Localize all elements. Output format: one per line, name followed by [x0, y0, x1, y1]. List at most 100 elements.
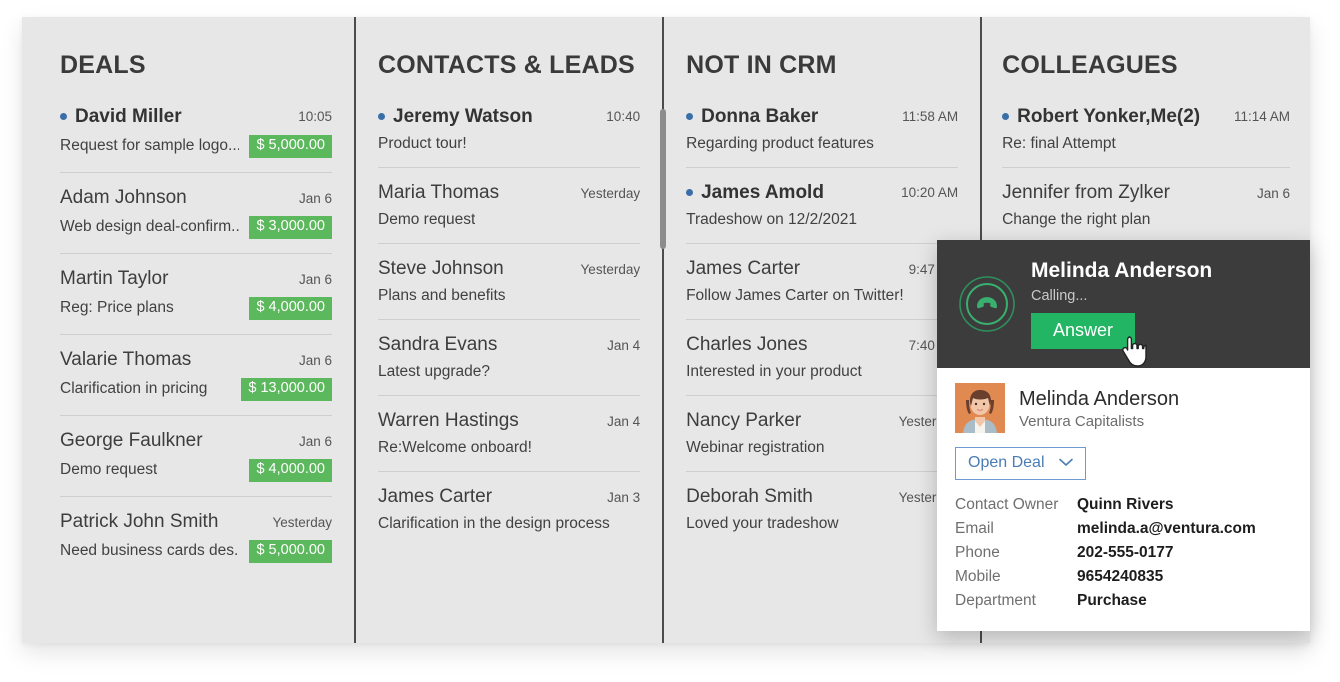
- answer-button[interactable]: Answer: [1031, 313, 1136, 349]
- list-item-header: Charles Jones 7:40 AM: [686, 334, 958, 356]
- list-item-time: Jan 6: [298, 433, 332, 449]
- list-item[interactable]: Maria Thomas Yesterday Demo request: [378, 182, 641, 244]
- list-item-header: Warren Hastings Jan 4: [378, 410, 640, 432]
- list-item[interactable]: Charles Jones 7:40 AM Interested in your p…: [686, 334, 959, 396]
- list-item-header: Martin Taylor Jan 6: [60, 268, 332, 290]
- contact-field-label: Contact Owner: [955, 496, 1059, 513]
- column-title-colleagues: COLLEAGUES: [1002, 51, 1178, 79]
- column-title-deals: DEALS: [60, 51, 146, 79]
- contact-fields-body: Contact Owner Quinn Rivers Email melinda.a@…: [955, 493, 1290, 613]
- list-item-name: Martin Taylor: [60, 267, 169, 289]
- list-item-name-wrap: Donna Baker: [686, 106, 818, 128]
- list-item-subject: Demo request: [378, 211, 476, 228]
- list-item-time: Yesterday: [272, 514, 332, 530]
- list-item[interactable]: James Carter Jan 3 Clarification in the de…: [378, 486, 640, 547]
- list-item-name: James Carter: [686, 258, 801, 279]
- list-item[interactable]: Sandra Evans Jan 4 Latest upgrade?: [378, 334, 641, 396]
- contact-field-label: Mobile: [955, 568, 1001, 585]
- list-item-subline: Interested in your product: [686, 363, 958, 381]
- list-item[interactable]: Adam Johnson Jan 6 Web design deal-confirm…: [60, 187, 332, 254]
- contact-field-value: 9654240835: [1077, 568, 1164, 585]
- list-item-subline: Loved your tradeshow: [686, 515, 958, 533]
- call-status: Calling...: [1031, 288, 1088, 304]
- list-item-name: Steve Johnson: [378, 258, 504, 279]
- list-item-header: George Faulkner Jan 6: [60, 430, 332, 452]
- list-item-name-wrap: James Carter: [686, 258, 800, 280]
- contact-field-row: Mobile 9654240835: [955, 565, 1290, 589]
- deal-amount-badge: $ 4,000.00: [249, 458, 332, 482]
- list-item-header: James Carter 9:47 AM: [686, 258, 958, 280]
- contact-field-label: Phone: [955, 544, 1000, 561]
- list-item[interactable]: Nancy Parker Yesterday Webinar registratio…: [686, 410, 959, 472]
- list-item[interactable]: Warren Hastings Jan 4 Re:Welcome onboard!: [378, 410, 641, 472]
- list-item-name: Jennifer from Zylker: [1002, 182, 1170, 203]
- not-in-crm-list: Donna Baker 11:58 AM Regarding product fea…: [686, 106, 959, 547]
- list-item-subject: Interested in your product: [686, 363, 862, 380]
- list-item-subline: Tradeshow on 12/2/2021: [686, 211, 958, 229]
- list-item-header: Nancy Parker Yesterday: [686, 410, 958, 432]
- list-item-subline: Re: final Attempt: [1002, 135, 1290, 153]
- list-item-subline: Plans and benefits: [378, 287, 640, 305]
- column-not-in-crm: NOT IN CRM Donna Baker 11:58 AM Regarding …: [664, 17, 980, 643]
- list-item-header: Jennifer from Zylker Jan 6: [1002, 182, 1290, 204]
- list-item-time: 11:58 AM: [902, 108, 959, 124]
- list-item-name-wrap: Deborah Smith: [686, 486, 813, 508]
- list-item[interactable]: Martin Taylor Jan 6 Reg: Price plans $ 4,00…: [60, 268, 332, 335]
- list-item-time: Yesterday: [580, 262, 641, 277]
- list-item-subline: Request for sample logo... $ 5,000.00: [60, 135, 332, 158]
- list-item-name-wrap: Charles Jones: [686, 334, 807, 356]
- list-item-name-wrap: Jennifer from Zylker: [1002, 182, 1170, 204]
- contact-fields-table: Contact Owner Quinn Rivers Email melinda.a@…: [955, 493, 1290, 613]
- list-item-name-wrap: Steve Johnson: [378, 258, 504, 280]
- list-item-subline: Product tour!: [378, 135, 640, 153]
- open-deal-dropdown[interactable]: Open Deal: [955, 447, 1086, 480]
- contact-field-label: Email: [955, 520, 994, 537]
- caller-name: Melinda Anderson: [1031, 259, 1213, 282]
- list-item-name: David Miller: [75, 106, 182, 127]
- list-item-header: Robert Yonker,Me(2) 11:14 AM: [1002, 106, 1290, 128]
- list-item-time: Jan 3: [607, 490, 641, 505]
- list-item-subline: Regarding product features: [686, 135, 958, 153]
- unread-dot-icon: [60, 112, 67, 120]
- list-item[interactable]: Jennifer from Zylker Jan 6 Change the righ…: [1002, 182, 1290, 243]
- list-item-subject: Clarification in the design process: [378, 515, 610, 532]
- list-item-name-wrap: Maria Thomas: [378, 182, 499, 204]
- deal-amount-badge: $ 4,000.00: [249, 296, 332, 320]
- contact-field-row: Phone 202-555-0177: [955, 541, 1290, 565]
- unread-dot-icon: [1002, 112, 1010, 120]
- list-item-header: Donna Baker 11:58 AM: [686, 106, 958, 128]
- list-item[interactable]: Deborah Smith Yesterday Loved your tradesh…: [686, 486, 958, 547]
- list-item[interactable]: Donna Baker 11:58 AM Regarding product fea…: [686, 106, 959, 168]
- list-item-name: Adam Johnson: [60, 186, 187, 208]
- list-item[interactable]: Valarie Thomas Jan 6 Clarification in pric…: [60, 349, 332, 416]
- list-item[interactable]: Steve Johnson Yesterday Plans and benefits: [378, 258, 641, 320]
- list-item-subline: Clarification in the design process: [378, 515, 640, 533]
- list-item[interactable]: David Miller 10:05 Request for sample logo…: [60, 106, 332, 173]
- list-item-subject: Web design deal-confirm...: [60, 218, 240, 236]
- list-item-subject: Product tour!: [378, 135, 467, 152]
- unread-dot-icon: [686, 112, 694, 120]
- list-item[interactable]: Robert Yonker,Me(2) 11:14 AM Re: final Att…: [1002, 106, 1291, 168]
- list-item[interactable]: George Faulkner Jan 6 Demo request $ 4,000.…: [60, 430, 332, 497]
- list-item-subject: Loved your tradeshow: [686, 515, 839, 532]
- list-item-header: Adam Johnson Jan 6: [60, 187, 332, 209]
- contact-avatar: [955, 383, 1005, 433]
- deal-list: David Miller 10:05 Request for sample logo…: [60, 106, 332, 577]
- list-item[interactable]: James Amold 10:20 AM Tradeshow on 12/2/202…: [686, 182, 959, 244]
- list-item[interactable]: Jeremy Watson 10:40 Product tour!: [378, 106, 641, 168]
- list-item-time: 10:40: [606, 108, 641, 124]
- list-item[interactable]: Patrick John Smith Yesterday Need business…: [60, 511, 332, 577]
- incoming-call-popup: Melinda Anderson Calling... Answer Melin…: [937, 240, 1310, 631]
- list-item-name: Maria Thomas: [378, 182, 500, 203]
- unread-dot-icon: [378, 112, 385, 120]
- list-item-subject: Latest upgrade?: [378, 363, 491, 380]
- contact-field-value: Purchase: [1077, 592, 1147, 609]
- list-item-time: 10:05: [298, 108, 332, 124]
- contact-name: Melinda Anderson: [1019, 387, 1180, 410]
- contact-field-row: Department Purchase: [955, 589, 1290, 613]
- column-title-not-in-crm: NOT IN CRM: [686, 51, 837, 79]
- list-item[interactable]: James Carter 9:47 AM Follow James Carter o…: [686, 258, 959, 320]
- list-item-subline: Change the right plan: [1002, 211, 1290, 229]
- list-item-name: Charles Jones: [686, 334, 808, 355]
- list-item-subline: Demo request: [378, 211, 640, 229]
